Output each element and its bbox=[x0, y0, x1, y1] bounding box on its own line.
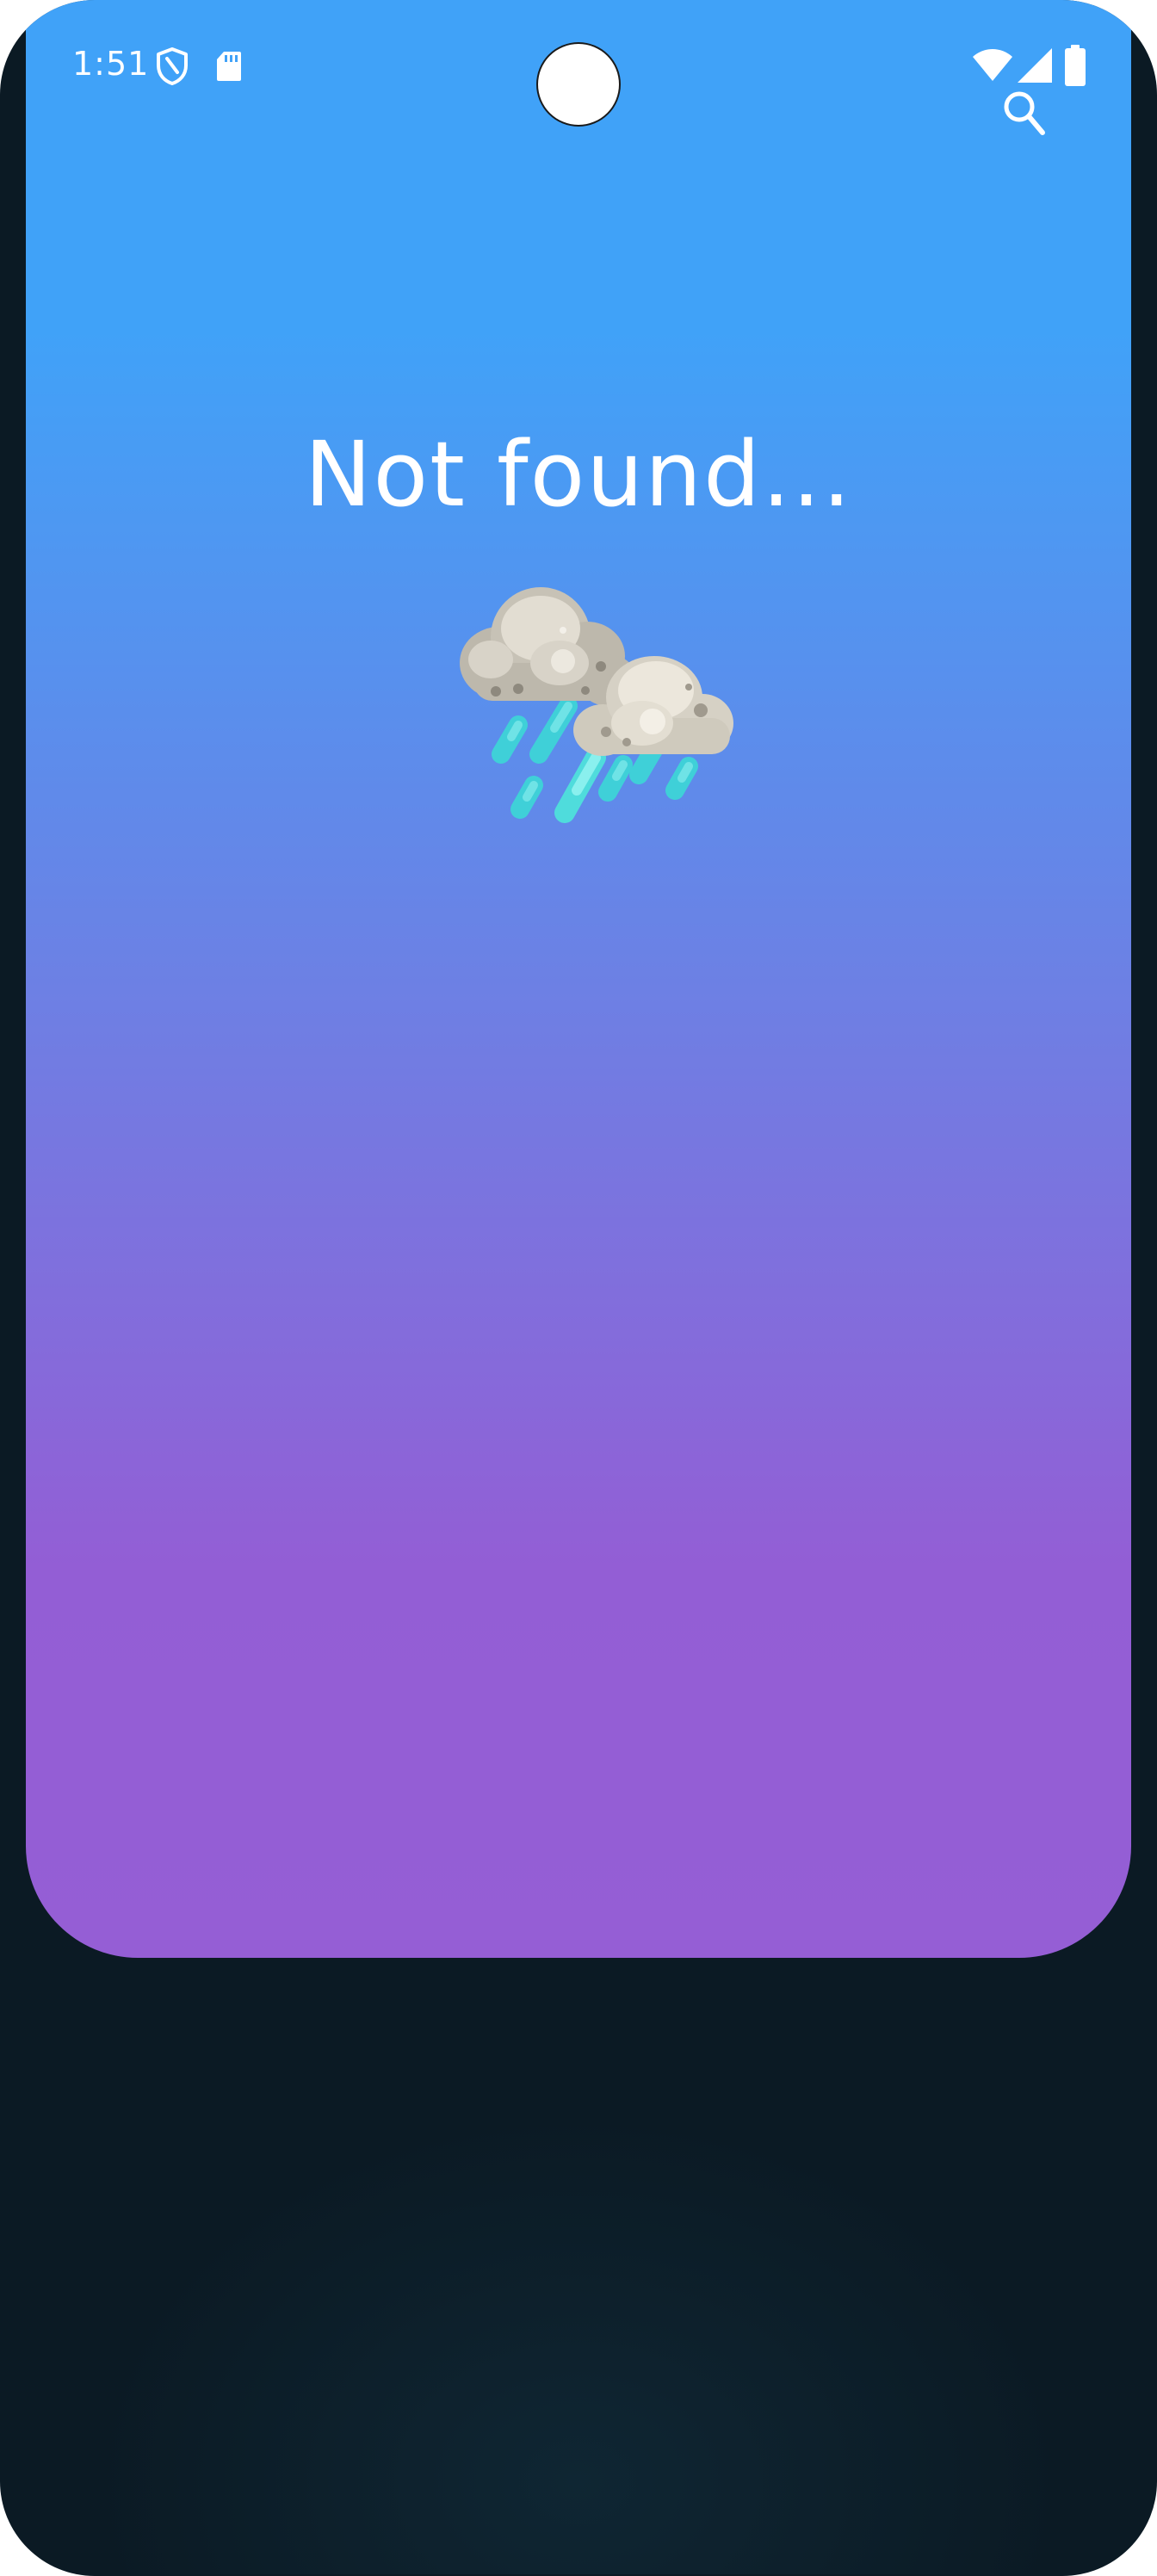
status-bar: 1:51 bbox=[26, 0, 1131, 138]
wifi-icon bbox=[971, 46, 1014, 83]
battery-icon bbox=[1064, 45, 1086, 86]
shield-icon bbox=[155, 46, 189, 86]
signal-icon bbox=[1016, 46, 1054, 84]
search-button[interactable] bbox=[988, 83, 1057, 152]
search-icon bbox=[1004, 91, 1045, 135]
status-time: 1:51 bbox=[72, 45, 150, 83]
rain-cloud-icon bbox=[439, 577, 749, 852]
sdcard-icon bbox=[215, 50, 243, 83]
app-screen: 1:51 Not found... bbox=[26, 0, 1131, 1958]
device-glow bbox=[86, 2109, 1071, 2574]
camera-cutout bbox=[538, 44, 619, 125]
not-found-message: Not found... bbox=[304, 422, 853, 527]
device-frame: 1:51 Not found... bbox=[0, 0, 1157, 2576]
